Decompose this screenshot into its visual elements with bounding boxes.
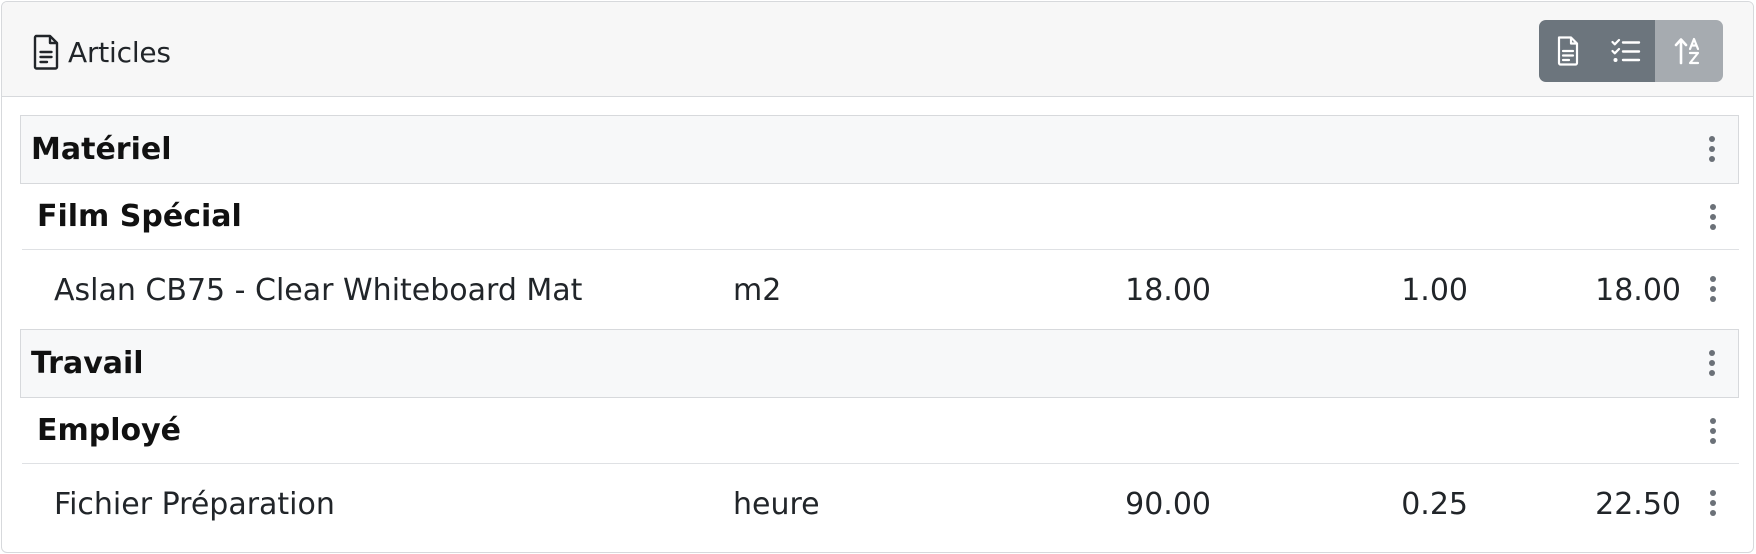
card-header: Articles [2,2,1753,97]
group-row-materiel: Matériel [20,115,1739,184]
item-quantity: 1.00 [1401,273,1468,308]
header-title: Articles [32,32,171,72]
more-options-icon[interactable] [1700,343,1724,383]
page-title: Articles [68,35,171,69]
more-options-icon[interactable] [1701,197,1725,237]
subgroup-label: Employé [37,413,182,448]
group-row-travail: Travail [20,329,1739,398]
table-row: Aslan CB75 - Clear Whiteboard Mat m2 18.… [22,251,1739,331]
subgroup-row-employe: Employé [22,398,1739,464]
document-view-button[interactable] [1539,20,1597,82]
more-options-icon[interactable] [1701,411,1725,451]
view-toggle-group [1539,20,1723,82]
file-text-icon [33,34,59,70]
item-price: 90.00 [1125,487,1211,522]
item-price: 18.00 [1125,273,1211,308]
item-unit: m2 [733,273,782,308]
more-options-icon[interactable] [1701,269,1725,309]
item-quantity: 0.25 [1401,487,1468,522]
more-options-icon[interactable] [1701,483,1725,523]
item-unit: heure [733,487,820,522]
item-total: 22.50 [1595,487,1681,522]
file-text-icon [1557,36,1579,66]
group-label: Matériel [31,132,172,167]
item-name: Fichier Préparation [54,487,335,522]
subgroup-label: Film Spécial [37,199,242,234]
group-label: Travail [31,346,144,381]
sort-alpha-button[interactable] [1655,20,1723,82]
item-total: 18.00 [1595,273,1681,308]
checklist-view-button[interactable] [1597,20,1655,82]
articles-card: Articles Matériel Film Spécial Aslan CB7… [1,1,1754,553]
sort-alpha-asc-icon [1674,37,1700,65]
more-options-icon[interactable] [1700,129,1724,169]
subgroup-row-film-special: Film Spécial [22,184,1739,250]
table-row: Fichier Préparation heure 90.00 0.25 22.… [22,465,1739,545]
checklist-icon [1611,38,1641,62]
item-name: Aslan CB75 - Clear Whiteboard Mat [54,273,583,308]
